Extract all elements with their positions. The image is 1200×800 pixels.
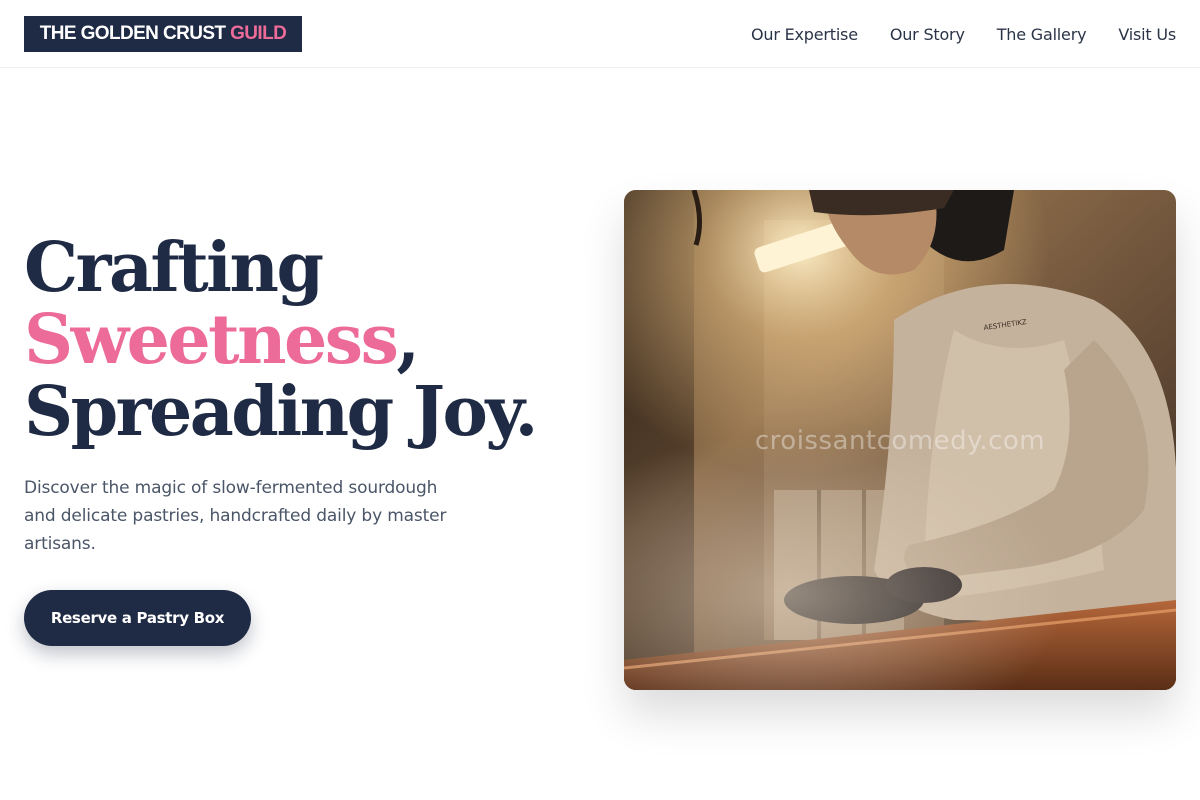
nav-link-story[interactable]: Our Story <box>890 25 965 44</box>
hero-headline: Crafting Sweetness, Spreading Joy. <box>24 232 584 448</box>
main-nav: Our Expertise Our Story The Gallery Visi… <box>719 0 1176 68</box>
nav-link-visit[interactable]: Visit Us <box>1118 25 1176 44</box>
hero-copy: Crafting Sweetness, Spreading Joy. <box>24 232 584 448</box>
nav-link-gallery[interactable]: The Gallery <box>997 25 1087 44</box>
headline-accent-word: Sweetness <box>24 300 399 380</box>
top-navbar: THE GOLDEN CRUST GUILD Our Expertise Our… <box>0 0 1200 68</box>
hero-photo-baker: AESTHETIKZ croissantcomedy.com <box>624 190 1176 690</box>
photo-watermark: croissantcomedy.com <box>754 426 1046 456</box>
brand-name: THE GOLDEN CRUST <box>39 23 226 44</box>
nav-link-expertise[interactable]: Our Expertise <box>751 25 858 44</box>
headline-line-3: Spreading Joy. <box>24 372 538 452</box>
brand-name-accent: GUILD <box>230 23 287 44</box>
headline-comma: , <box>396 300 420 380</box>
brand-logo[interactable]: THE GOLDEN CRUST GUILD <box>24 16 302 52</box>
reserve-pastry-box-button[interactable]: Reserve a Pastry Box <box>24 590 251 646</box>
hero-subtext: Discover the magic of slow-fermented sou… <box>24 478 447 554</box>
headline-line-1: Crafting <box>24 228 324 308</box>
